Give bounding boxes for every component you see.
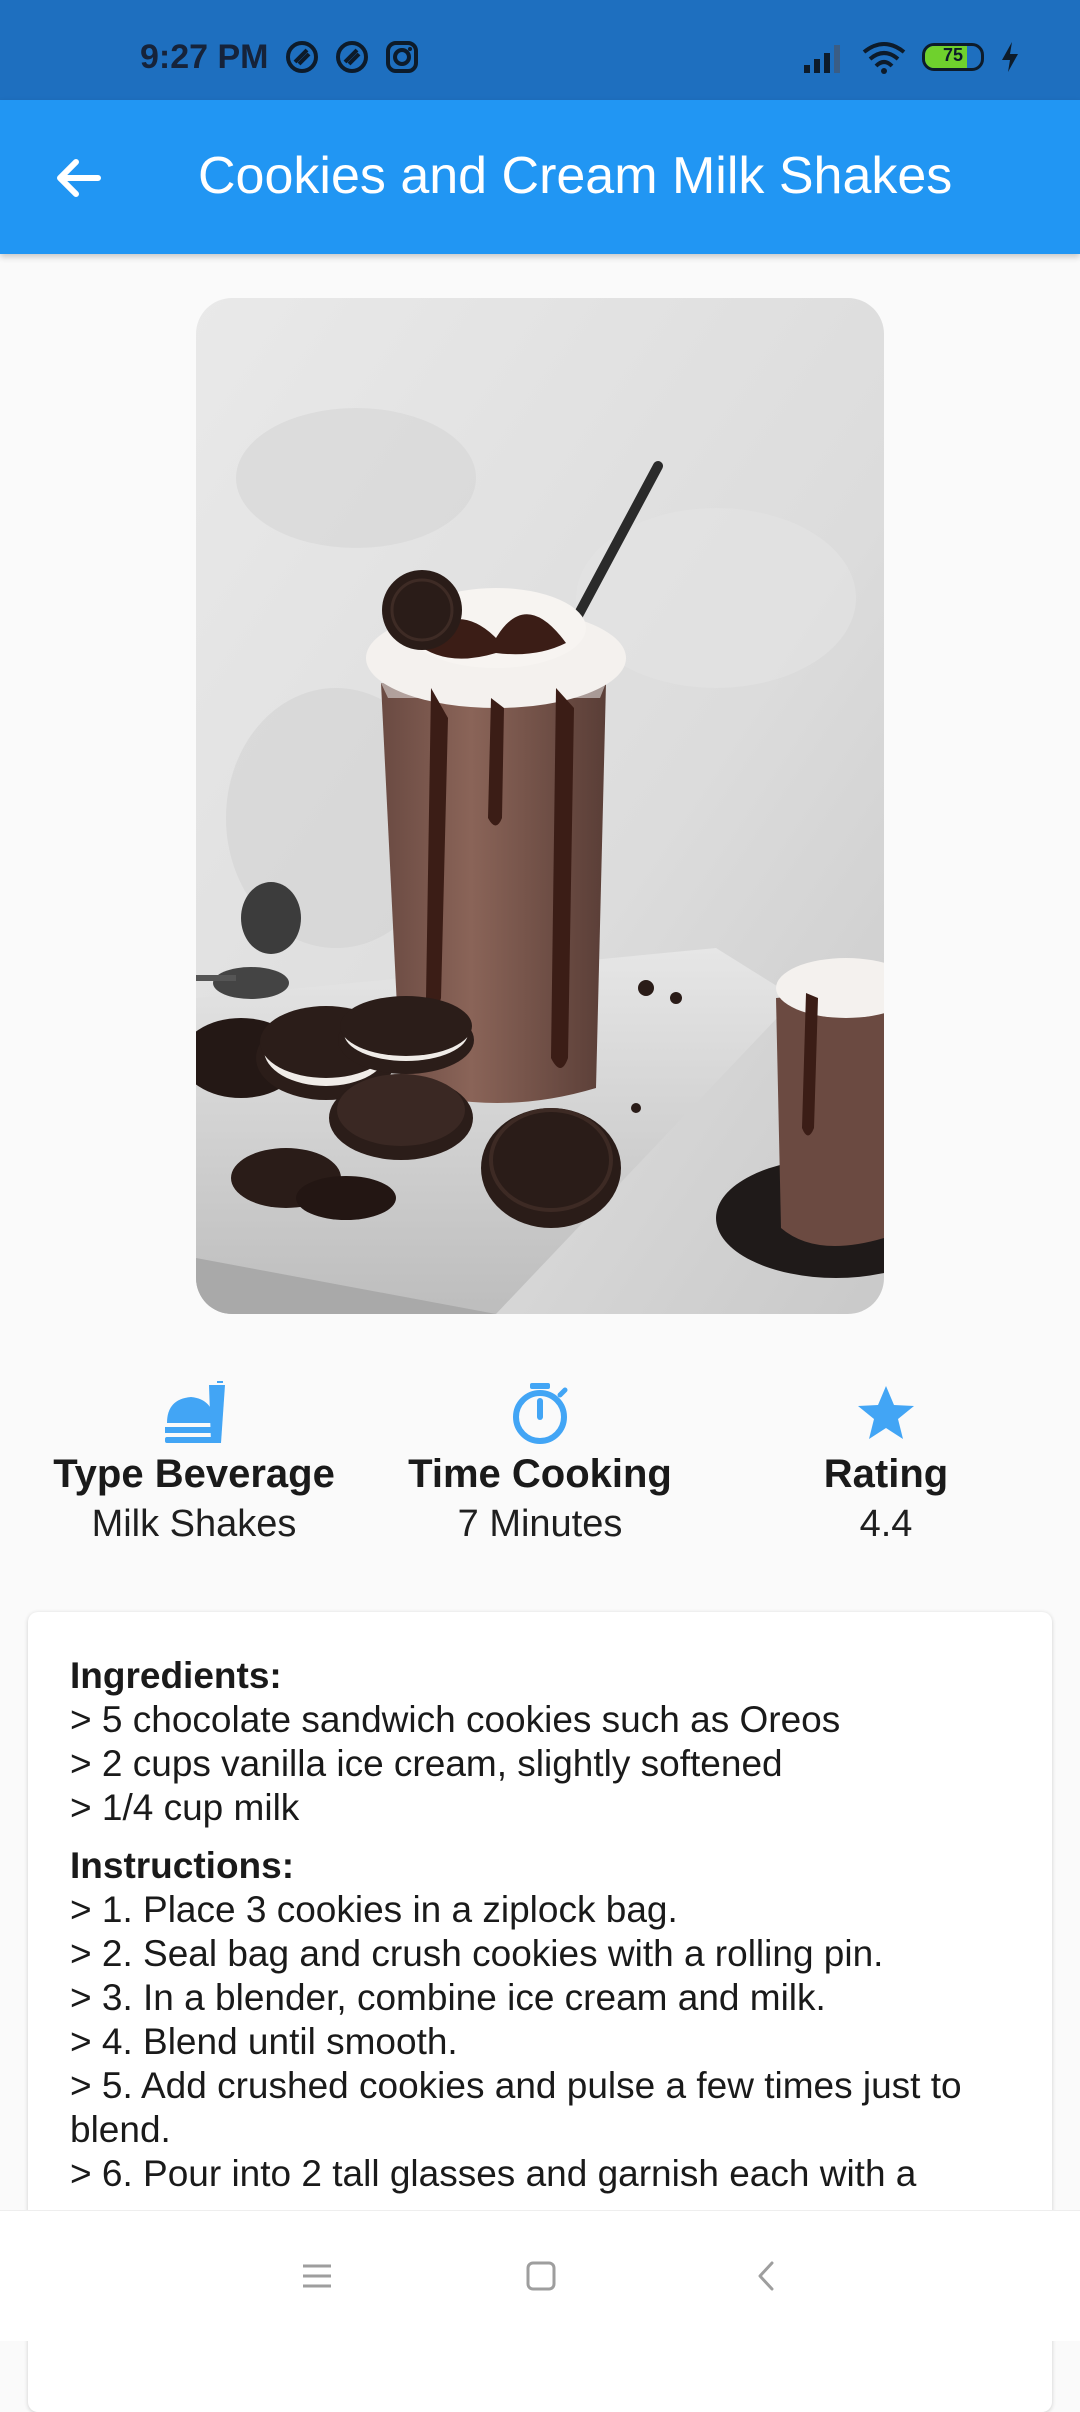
stat-title: Type Beverage [53, 1452, 335, 1496]
status-time: 9:27 PM [140, 38, 269, 76]
back-nav-button[interactable] [742, 2251, 792, 2301]
instruction-item: > 5. Add crushed cookies and pulse a few… [70, 2065, 962, 2150]
ingredient-item: > 5 chocolate sandwich cookies such as O… [70, 1699, 841, 1740]
home-button[interactable] [516, 2251, 566, 2301]
home-square-icon [526, 2261, 556, 2291]
charging-icon [1002, 42, 1018, 72]
stat-time: Time Cooking 7 Minutes [360, 1380, 720, 1546]
instruction-item: > 3. In a blender, combine ice cream and… [70, 1977, 826, 2018]
recipe-content: Ingredients: > 5 chocolate sandwich cook… [70, 1654, 1002, 2196]
stat-value: 7 Minutes [457, 1503, 623, 1545]
instruction-item: > 4. Blend until smooth. [70, 2021, 458, 2062]
arrow-left-icon [57, 159, 101, 197]
battery-icon: 75 [922, 43, 984, 71]
stat-value: Milk Shakes [91, 1503, 297, 1545]
recipe-photo [196, 298, 884, 1314]
back-button[interactable] [38, 138, 118, 218]
timer-icon [513, 1383, 568, 1444]
stat-title: Time Cooking [408, 1452, 672, 1496]
back-chevron-icon [758, 2261, 774, 2291]
stat-title: Rating [823, 1452, 949, 1496]
instagram-icon [386, 41, 418, 73]
ingredients-heading: Ingredients: [70, 1655, 282, 1696]
notification-icon [336, 41, 368, 73]
instructions-heading: Instructions: [70, 1845, 295, 1886]
status-system-icons: 75 [802, 40, 1020, 74]
instruction-item: > 1. Place 3 cookies in a ziplock bag. [70, 1889, 678, 1930]
page-title: Cookies and Cream Milk Shakes [198, 147, 953, 205]
menu-button[interactable] [292, 2251, 342, 2301]
ingredient-item: > 2 cups vanilla ice cream, slightly sof… [70, 1743, 783, 1784]
signal-icon [804, 45, 840, 73]
app-bar: Cookies and Cream Milk Shakes [0, 100, 1080, 254]
wifi-icon [862, 42, 906, 74]
fastfood-icon [165, 1381, 225, 1443]
instruction-item: > 6. Pour into 2 tall glasses and garnis… [70, 2153, 917, 2194]
milkshake-illustration [196, 298, 884, 1314]
stat-value: 4.4 [859, 1503, 913, 1545]
stat-type: Type Beverage Milk Shakes [14, 1380, 374, 1546]
notification-icon [286, 41, 318, 73]
ingredient-item: > 1/4 cup milk [70, 1787, 300, 1828]
menu-icon [303, 2264, 331, 2288]
stat-rating: Rating 4.4 [706, 1380, 1066, 1546]
system-navigation-bar [0, 2210, 1080, 2341]
instruction-item: > 2. Seal bag and crush cookies with a r… [70, 1933, 884, 1974]
battery-level: 75 [942, 45, 964, 65]
status-bar: 9:27 PM 75 [0, 0, 1080, 100]
status-notification-icons [285, 40, 419, 74]
star-icon [858, 1386, 914, 1439]
